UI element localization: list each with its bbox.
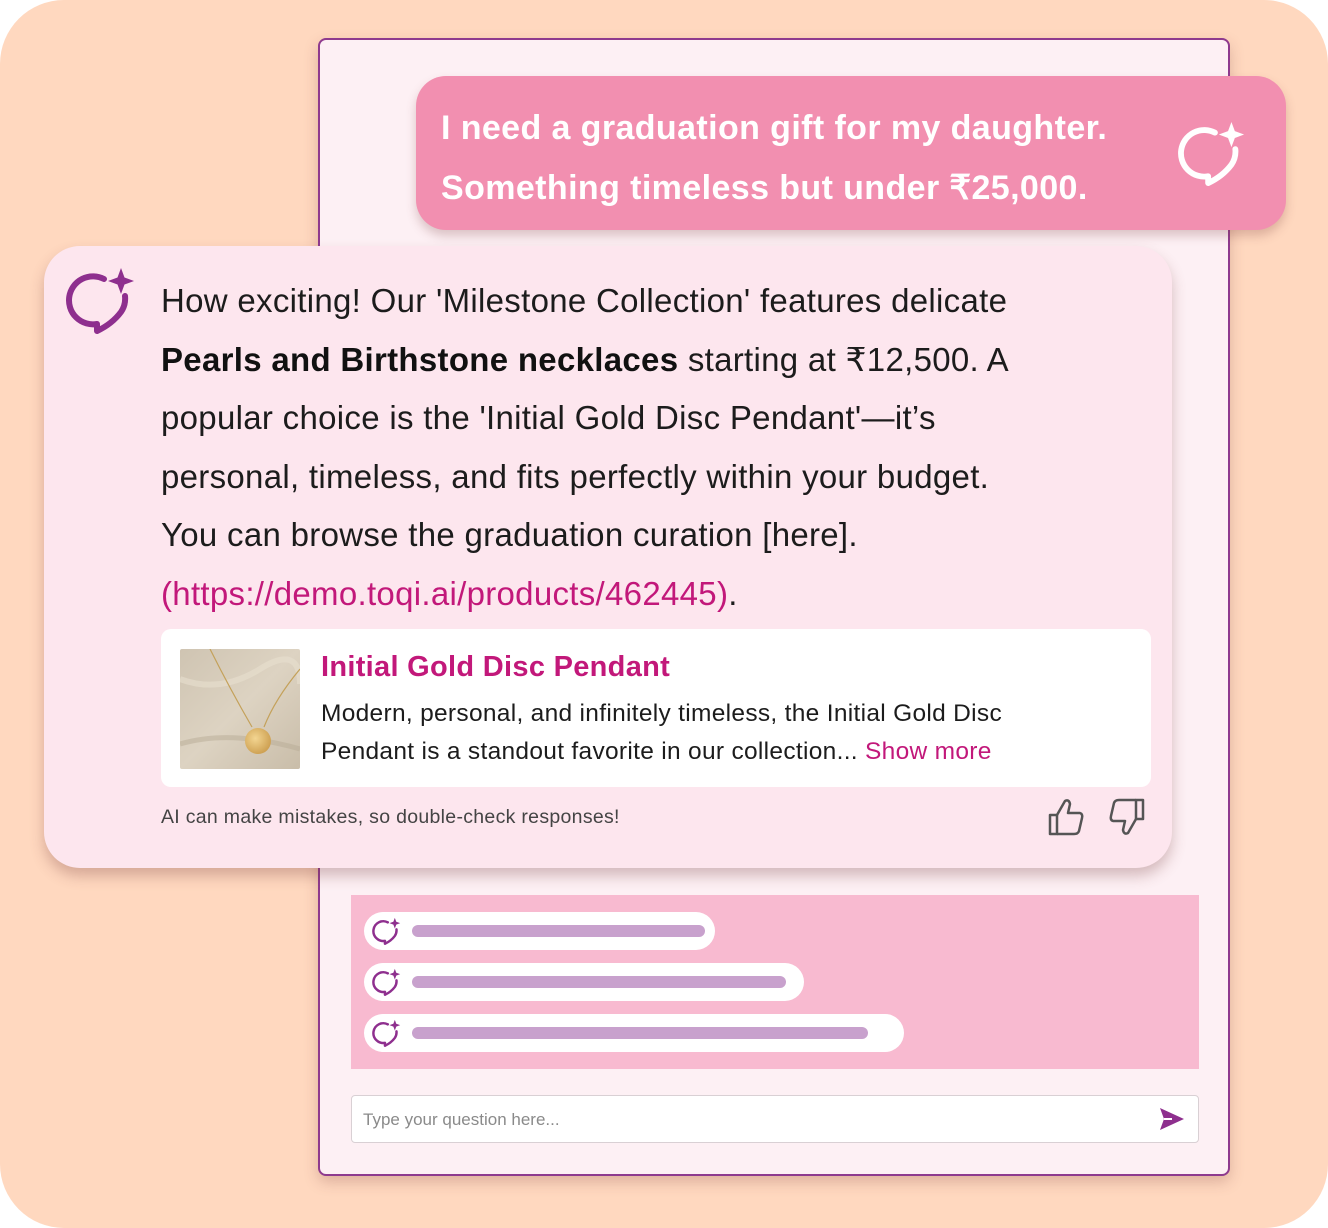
assistant-line: personal, timeless, and fits perfectly w… — [161, 457, 990, 495]
thumbs-up-icon[interactable] — [1047, 797, 1085, 837]
product-image — [180, 649, 300, 769]
assistant-line: Pearls and Birthstone necklaces starting… — [161, 331, 1141, 390]
thumbs-down-icon[interactable] — [1108, 797, 1148, 837]
product-desc-line: Modern, personal, and infinitely timeles… — [321, 700, 1003, 727]
user-message-line: I need a graduation gift for my daughter… — [441, 109, 1108, 147]
user-message-bubble: I need a graduation gift for my daughter… — [416, 76, 1286, 230]
user-message-text: I need a graduation gift for my daughter… — [441, 98, 1181, 218]
product-desc-text: Pendant is a standout favorite in our co… — [321, 738, 858, 765]
suggestion-placeholder-bar — [412, 1027, 868, 1039]
ai-chat-sparkle-icon — [1178, 120, 1248, 186]
question-input-container — [351, 1095, 1199, 1143]
suggestion-pill[interactable] — [364, 963, 804, 1001]
send-icon[interactable] — [1158, 1106, 1186, 1132]
suggestion-pill[interactable] — [364, 912, 715, 950]
assistant-line: How exciting! Our 'Milestone Collection'… — [161, 282, 1008, 319]
product-title[interactable]: Initial Gold Disc Pendant — [321, 651, 670, 684]
ai-chat-sparkle-icon — [66, 266, 138, 334]
assistant-line: You can browse the graduation curation [… — [161, 516, 858, 553]
suggestion-placeholder-bar — [412, 976, 786, 988]
product-desc-line: Pendant is a standout favorite in our co… — [321, 733, 1121, 771]
product-card[interactable]: Initial Gold Disc Pendant Modern, person… — [161, 629, 1151, 787]
product-description: Modern, personal, and infinitely timeles… — [321, 695, 1121, 771]
show-more-link[interactable]: Show more — [865, 738, 992, 765]
assistant-text-run: starting at ₹12,500. A — [678, 340, 1009, 378]
ai-disclaimer: AI can make mistakes, so double-check re… — [161, 806, 620, 828]
user-message-line: Something timeless but under ₹25,000. — [441, 169, 1088, 207]
highlight-text: Pearls and Birthstone necklaces — [161, 340, 679, 378]
assistant-line: popular choice is the 'Initial Gold Disc… — [161, 399, 936, 436]
ai-chat-sparkle-icon — [372, 917, 402, 945]
assistant-message-bubble: How exciting! Our 'Milestone Collection'… — [44, 246, 1172, 868]
ai-chat-sparkle-icon — [372, 1019, 402, 1047]
suggestion-pill[interactable] — [364, 1014, 904, 1052]
assistant-message-text: How exciting! Our 'Milestone Collection'… — [161, 272, 1141, 623]
suggestions-panel — [351, 895, 1199, 1069]
ai-chat-sparkle-icon — [372, 968, 402, 996]
assistant-line: (https://demo.toqi.ai/products/462445). — [161, 565, 1141, 624]
link-suffix: . — [728, 574, 738, 612]
suggestion-placeholder-bar — [412, 925, 705, 937]
question-input[interactable] — [361, 1102, 1145, 1138]
product-link[interactable]: (https://demo.toqi.ai/products/462445) — [161, 575, 728, 612]
